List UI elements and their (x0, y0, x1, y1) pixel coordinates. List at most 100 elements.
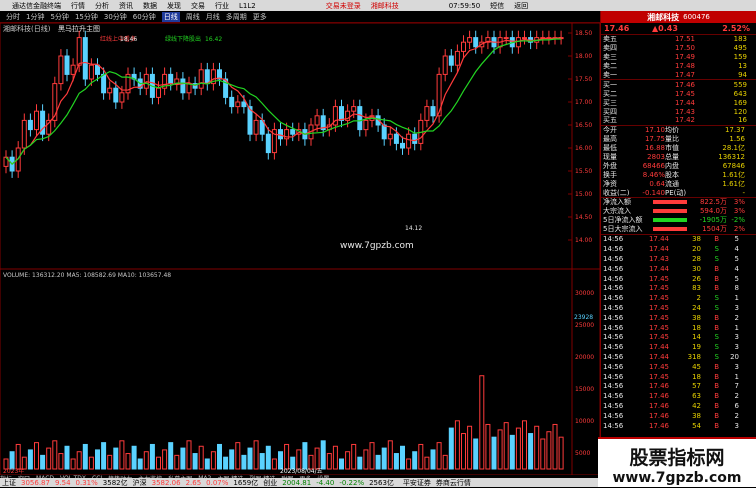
period-tab[interactable]: 5分钟 (50, 12, 68, 22)
tick-cell: 14:56 (603, 362, 624, 371)
tick-cell: 5 (734, 274, 739, 283)
menu-l1l2[interactable]: L1L2 (239, 2, 256, 10)
volume-tick: 20000 (575, 354, 594, 361)
sms-button[interactable]: 短信 (490, 1, 504, 11)
back-button[interactable]: 返回 (514, 1, 528, 11)
candle-body (180, 78, 186, 94)
volume-bar (345, 451, 351, 470)
tick-cell: 14:56 (603, 353, 624, 362)
tick-cell: B (714, 235, 719, 244)
menu-analysis[interactable]: 分析 (95, 1, 109, 11)
tick-cell: 14 (692, 333, 701, 342)
tick-cell: 14:56 (603, 284, 624, 293)
tick-cell: 17.45 (648, 313, 669, 322)
volume-bar (235, 442, 241, 470)
tick-row: 14:56 17.46 38 B 2 (601, 411, 756, 421)
tick-cell: 17.45 (648, 362, 669, 371)
price-tick: 17.00 (575, 99, 592, 106)
tick-cell: S (714, 255, 719, 264)
volume-bar (473, 438, 479, 470)
menu-trade[interactable]: 交易 (191, 1, 205, 11)
tick-cell: 38 (692, 411, 701, 420)
tick-cell: 14:56 (603, 264, 624, 273)
volume-bar (34, 442, 39, 470)
candle-body (503, 37, 509, 40)
volume-bar (229, 449, 235, 470)
period-tab[interactable]: 更多 (253, 12, 267, 22)
volume-tick: 5000 (575, 450, 590, 457)
candle-body (339, 106, 344, 121)
tick-cell: 20 (692, 245, 701, 254)
candle-body (58, 55, 64, 85)
title-bar: 通达信金融终端 行情 分析 资讯 数据 发现 交易 行业 L1L2 交易未登录 … (0, 0, 756, 11)
volume-bar (198, 445, 204, 470)
period-tab[interactable]: 日线 (161, 11, 180, 22)
menu-news[interactable]: 资讯 (119, 1, 133, 11)
menu-industry[interactable]: 行业 (215, 1, 229, 11)
flow-bar (653, 200, 687, 205)
period-tab[interactable]: 多周期 (226, 12, 247, 22)
stat-cell: - (742, 188, 745, 197)
menu-data[interactable]: 数据 (143, 1, 157, 11)
period-tab[interactable]: 周线 (186, 12, 200, 22)
candle-body (424, 106, 430, 121)
kline-chart[interactable]: 湘邮科技(日线) 黑马拉升主图红线上中看多 绿线下降股出 16.4218.5018.0… (0, 22, 601, 476)
tick-cell: 28 (692, 255, 701, 264)
ask-row-cell: 卖一 (603, 71, 617, 80)
tick-cell: 83 (692, 284, 701, 293)
tick-cell: B (714, 313, 719, 322)
volume-bar (76, 451, 82, 470)
stat-cell: 17.10 (644, 126, 665, 135)
cy-pct: -0.22% (339, 478, 365, 487)
candle-body (473, 37, 479, 48)
stat-cell: 16.88 (644, 144, 665, 153)
volume-bar (137, 458, 143, 470)
volume-bar (82, 443, 88, 470)
chart-area[interactable]: 湘邮科技(日线) 黑马拉升主图 红线上中看多 绿线下降股出 16.42 18.50 18.0… (0, 22, 601, 476)
trade-alert[interactable]: 交易未登录 (326, 1, 361, 11)
tick-cell: 8 (734, 284, 739, 293)
volume-bar (454, 420, 460, 470)
tick-cell: B (714, 392, 719, 401)
period-tab[interactable]: 15分钟 (75, 12, 98, 22)
volume-tick: 30000 (575, 290, 594, 297)
volume-bar (375, 454, 381, 470)
volume-bar (64, 445, 70, 470)
stat-cell: 1.56 (729, 135, 745, 144)
period-tab[interactable]: 30分钟 (104, 12, 127, 22)
menu-quotes[interactable]: 行情 (71, 1, 85, 11)
stat-row: 收益(二) -0.140 PE(动) - (601, 188, 756, 197)
tick-cell: 54 (692, 421, 701, 430)
candle-body (76, 37, 82, 66)
volume-bar (497, 429, 503, 470)
volume-bar (552, 423, 558, 470)
price-tick: 15.00 (575, 191, 592, 198)
stat-cell: 17.37 (724, 126, 745, 135)
menu-discover[interactable]: 发现 (167, 1, 181, 11)
tick-cell: 14:56 (603, 313, 624, 322)
low-label: 14.12 (405, 225, 422, 232)
candle-body (442, 55, 448, 75)
candle-body (400, 142, 405, 149)
period-tab[interactable]: 1分钟 (26, 12, 44, 22)
app-title: 通达信金融终端 (12, 1, 61, 10)
tick-cell: B (714, 284, 719, 293)
candle-body (461, 41, 466, 52)
period-tab[interactable]: 60分钟 (133, 12, 156, 22)
volume-bar (265, 445, 271, 470)
tick-cell: 63 (692, 392, 701, 401)
volume-bar (387, 440, 393, 470)
sh-pct: 0.31% (75, 478, 98, 487)
candle-body (88, 64, 94, 80)
candle-body (412, 133, 418, 144)
volume-bar (363, 449, 369, 470)
period-tab[interactable]: 分时 (6, 12, 20, 22)
volume-bar (339, 458, 344, 470)
ad-url: www.7gpzb.com (612, 470, 742, 486)
bid-row-cell: 17.42 (674, 116, 695, 125)
period-tab[interactable]: 月线 (206, 12, 220, 22)
volume-tick: 10000 (575, 418, 594, 425)
volume-bar (351, 443, 357, 470)
tick-row: 14:56 17.46 54 B 3 (601, 421, 756, 431)
volume-bar (503, 422, 509, 470)
